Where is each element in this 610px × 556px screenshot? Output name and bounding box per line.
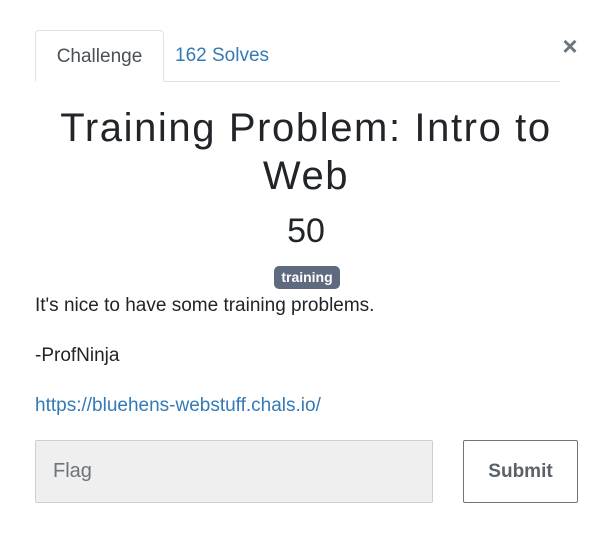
challenge-modal: Challenge 162 Solves × Training Problem:… [0,0,610,556]
tag-badge: training [274,266,340,289]
tab-solves[interactable]: 162 Solves [175,30,290,82]
close-button[interactable]: × [560,33,580,59]
tab-bar: Challenge 162 Solves [35,30,560,82]
flag-input[interactable] [35,440,433,503]
submit-button[interactable]: Submit [463,440,578,503]
challenge-points: 50 [287,212,325,250]
challenge-title: Training Problem: Intro to Web [60,106,552,198]
challenge-link[interactable]: https://bluehens-webstuff.chals.io/ [35,394,321,418]
description-text: It's nice to have some training problems… [35,295,375,316]
description-author: -ProfNinja [35,345,120,366]
tab-challenge[interactable]: Challenge [35,30,164,82]
